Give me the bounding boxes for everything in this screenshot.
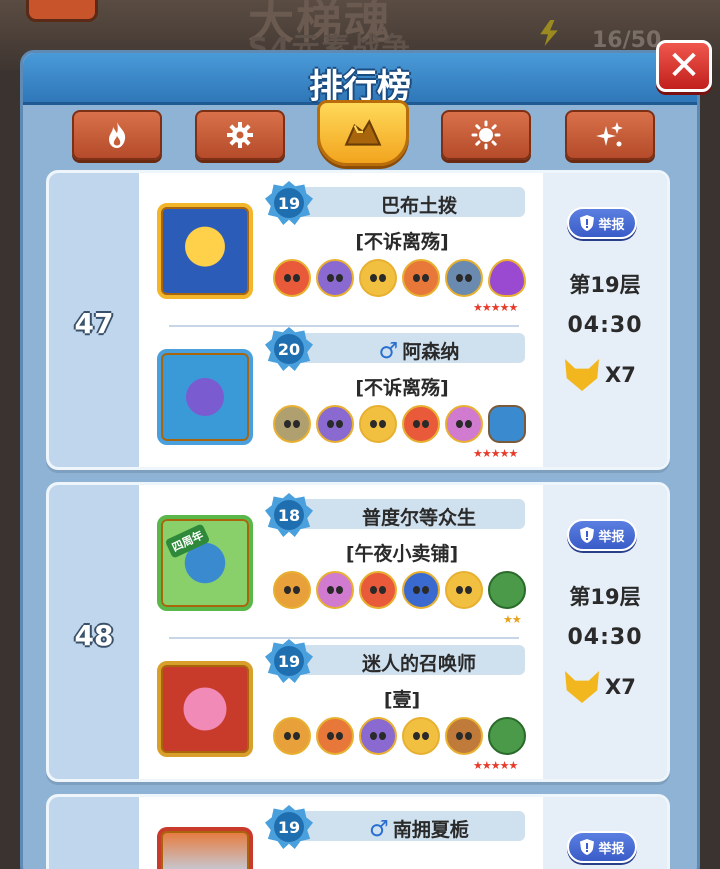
rank-number: 47 [74, 307, 114, 340]
star-rating: ★★★★★ [473, 447, 518, 460]
pet-team [273, 571, 533, 611]
male-icon: ♂ [378, 339, 399, 364]
player-name: 迷人的召唤师 [361, 653, 476, 675]
report-button[interactable]: 举报 [567, 207, 637, 239]
pet-icon[interactable] [273, 717, 311, 755]
player-name: ♂ 南拥夏栀 [369, 817, 469, 842]
player-avatar[interactable] [157, 661, 253, 757]
gear-icon [227, 122, 253, 148]
helmet-icon[interactable] [488, 717, 526, 755]
player-avatar[interactable] [157, 203, 253, 299]
member-row[interactable]: 19 迷人的召唤师 [壹] ★★★★★ [139, 639, 543, 781]
pet-icon[interactable] [402, 405, 440, 443]
demon-mask-icon [565, 359, 599, 391]
pet-icon[interactable] [359, 259, 397, 297]
sparkle-icon [596, 122, 623, 147]
star-rating: ★★ [503, 613, 522, 626]
score-column: 举报 第19层 04:30 X7 [543, 173, 667, 467]
star-rating: ★★★★★ [473, 759, 518, 772]
guild-name: [不诉离殇] [355, 377, 449, 399]
clear-time: 04:30 [567, 625, 643, 650]
lightning-icon [540, 20, 558, 46]
pet-icon[interactable] [359, 571, 397, 609]
guild-name: [午夜小卖铺] [345, 543, 459, 565]
pet-icon[interactable] [359, 405, 397, 443]
floor-reached: 第19层 [569, 273, 641, 297]
panel-header: 排行榜 [23, 53, 697, 107]
player-avatar[interactable]: 四周年 [157, 515, 253, 611]
rank-card-49: 19 ♂ 南拥夏栀 举报 [46, 794, 670, 869]
flame-icon [109, 122, 126, 148]
floor-reached: 第19层 [569, 585, 641, 609]
rank-number: 48 [74, 619, 114, 652]
pet-icon[interactable] [402, 717, 440, 755]
demon-mask-icon [565, 671, 599, 703]
report-button[interactable]: 举报 [567, 831, 637, 863]
shield-icon [580, 215, 595, 231]
shield-icon [580, 527, 595, 543]
pet-icon[interactable] [402, 571, 440, 609]
reward: X7 [565, 357, 655, 393]
pet-icon[interactable] [273, 405, 311, 443]
team-members: 19 巴布土拨 [不诉离殇] ★★★★★ 20 ♂ 阿森纳 [不诉离殇] ★★★… [139, 173, 543, 467]
player-name: 普度尔等众生 [361, 507, 476, 529]
rank-column [49, 797, 139, 869]
score-column: 举报 第19层 04:30 X7 [543, 485, 667, 779]
shield-icon [580, 839, 595, 855]
rank-card-48: 48 四周年 18 普度尔等众生 [午夜小卖铺] ★★ 19 迷人的召唤师 [壹… [46, 482, 670, 782]
tab-earth[interactable] [317, 100, 409, 166]
tab-fire[interactable] [72, 110, 162, 160]
anniversary-badge: 四周年 [164, 523, 211, 559]
player-avatar[interactable] [157, 349, 253, 445]
pet-icon[interactable] [273, 571, 311, 609]
rank-card-47: 47 19 巴布土拨 [不诉离殇] ★★★★★ 20 ♂ 阿森纳 [不诉离殇] … [46, 170, 670, 470]
reward: X7 [565, 669, 655, 705]
pet-icon[interactable] [402, 259, 440, 297]
gem-icon[interactable] [488, 405, 526, 443]
pet-team [273, 405, 533, 445]
member-row[interactable]: 19 巴布土拨 [不诉离殇] ★★★★★ [139, 181, 543, 323]
helmet-icon[interactable] [488, 571, 526, 609]
tab-gear[interactable] [195, 110, 285, 160]
pet-icon[interactable] [445, 571, 483, 609]
member-row[interactable]: 20 ♂ 阿森纳 [不诉离殇] ★★★★★ [139, 327, 543, 469]
pet-icon[interactable] [273, 259, 311, 297]
close-button[interactable]: ✕ [656, 40, 712, 92]
report-button[interactable]: 举报 [567, 519, 637, 551]
close-icon: ✕ [667, 43, 701, 89]
pet-icon[interactable] [316, 717, 354, 755]
pet-icon[interactable] [316, 405, 354, 443]
pet-icon[interactable] [359, 717, 397, 755]
sun-icon [471, 120, 501, 150]
guild-name: [不诉离殇] [355, 231, 449, 253]
player-name: ♂ 阿森纳 [378, 339, 460, 364]
guild-name: [壹] [383, 689, 421, 711]
score-column: 举报 [543, 797, 667, 869]
player-name: 巴布土拨 [380, 195, 457, 217]
team-members: 四周年 18 普度尔等众生 [午夜小卖铺] ★★ 19 迷人的召唤师 [壹] ★… [139, 485, 543, 779]
pet-icon[interactable] [316, 259, 354, 297]
pet-icon[interactable] [445, 259, 483, 297]
team-members: 19 ♂ 南拥夏栀 [139, 797, 543, 869]
member-row[interactable]: 四周年 18 普度尔等众生 [午夜小卖铺] ★★ [139, 493, 543, 635]
back-button[interactable] [26, 0, 98, 22]
mountain-icon [344, 119, 382, 146]
tab-light[interactable] [441, 110, 531, 160]
male-icon: ♂ [369, 817, 389, 842]
player-avatar[interactable] [157, 827, 253, 869]
rank-column: 48 [49, 485, 139, 779]
member-row[interactable]: 19 ♂ 南拥夏栀 [139, 805, 543, 869]
tab-star[interactable] [565, 110, 655, 160]
rank-column: 47 [49, 173, 139, 467]
pet-icon[interactable] [316, 571, 354, 609]
star-rating: ★★★★★ [473, 301, 518, 314]
pet-icon[interactable] [445, 405, 483, 443]
clear-time: 04:30 [567, 313, 643, 338]
pet-team [273, 717, 533, 757]
pet-team [273, 259, 533, 299]
pet-icon[interactable] [445, 717, 483, 755]
egg-icon[interactable] [488, 259, 526, 297]
